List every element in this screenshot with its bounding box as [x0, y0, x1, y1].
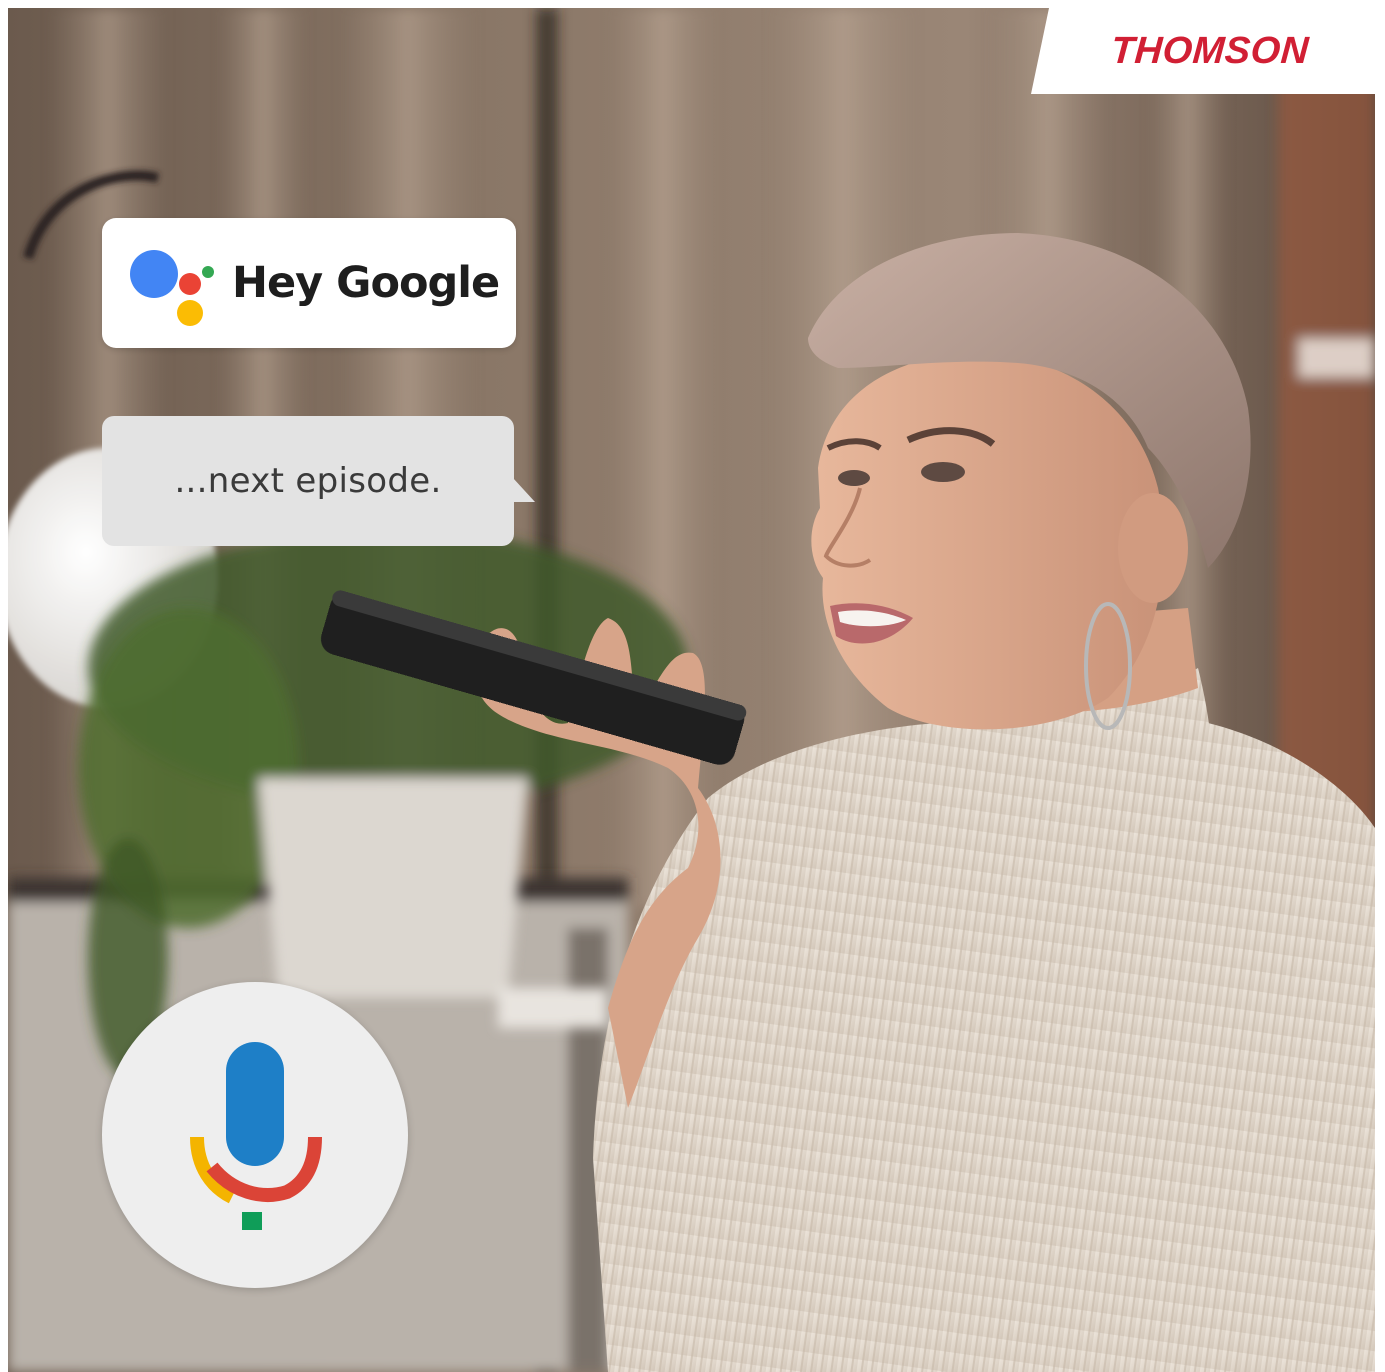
microphone-icon	[190, 1042, 322, 1230]
speech-bubble: ...next episode.	[102, 416, 535, 546]
speech-bubble-tail	[513, 478, 535, 502]
wake-phrase: Hey Google	[232, 258, 500, 308]
brand-tab: THOMSON	[1031, 8, 1375, 94]
google-assistant-icon	[124, 238, 224, 328]
hey-google-card: Hey Google	[102, 218, 516, 348]
microphone-badge	[102, 982, 408, 1288]
ad-frame: THOMSON Hey Google ...next episode.	[8, 8, 1375, 1372]
voice-command-text: ...next episode.	[174, 461, 442, 501]
thomson-logo: THOMSON	[1109, 29, 1311, 72]
